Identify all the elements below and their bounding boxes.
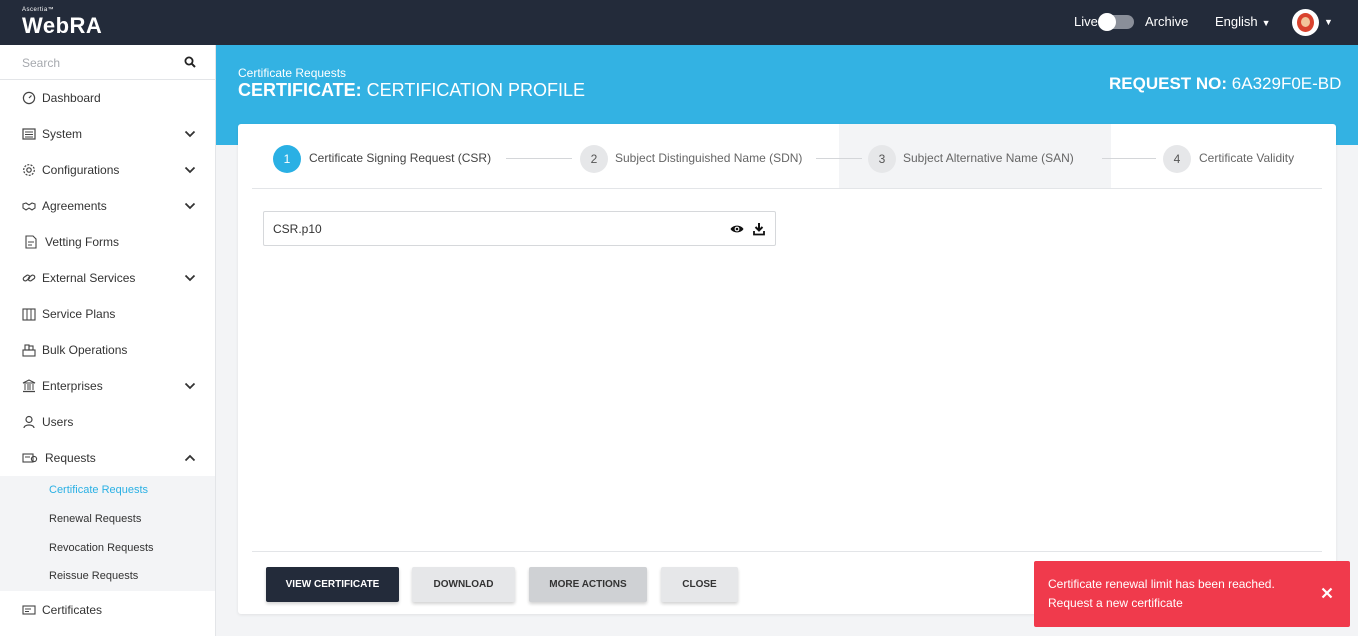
- close-button[interactable]: CLOSE: [661, 567, 738, 602]
- sidebar-subitem-certificate-requests[interactable]: Certificate Requests: [49, 484, 148, 496]
- stepper-divider: [252, 188, 1322, 189]
- request-number-value: 6A329F0E-BD: [1231, 74, 1342, 93]
- system-icon: [22, 128, 36, 140]
- caret-down-icon: ▼: [1261, 18, 1271, 28]
- breadcrumb[interactable]: Certificate Requests: [238, 66, 346, 80]
- form-icon: [25, 235, 37, 249]
- dashboard-icon: [22, 91, 36, 105]
- csr-file-field: CSR.p10: [263, 211, 776, 246]
- view-certificate-button[interactable]: VIEW CERTIFICATE: [266, 567, 399, 602]
- step-1-circle[interactable]: 1: [273, 145, 301, 173]
- chevron-down-icon: [184, 274, 196, 282]
- step-4-circle[interactable]: 4: [1163, 145, 1191, 173]
- sidebar-subitem-reissue-requests[interactable]: Reissue Requests: [49, 570, 138, 582]
- plans-icon: [22, 308, 36, 321]
- user-menu-caret-icon[interactable]: ▼: [1324, 17, 1333, 27]
- sidebar-subitem-revocation-requests[interactable]: Revocation Requests: [49, 542, 154, 554]
- step-2-label[interactable]: Subject Distinguished Name (SDN): [615, 151, 802, 165]
- sidebar-item-label: Configurations: [42, 163, 120, 177]
- step-3-circle[interactable]: 3: [868, 145, 896, 173]
- sidebar-item-label: Dashboard: [42, 91, 101, 105]
- toast-line-1: Certificate renewal limit has been reach…: [1048, 577, 1275, 591]
- eye-icon[interactable]: [730, 223, 744, 235]
- search-icon[interactable]: [184, 56, 196, 68]
- chevron-up-icon: [184, 454, 196, 462]
- language-selector[interactable]: English ▼: [1215, 14, 1271, 29]
- step-4-label[interactable]: Certificate Validity: [1199, 151, 1294, 165]
- language-label: English: [1215, 14, 1258, 29]
- logo[interactable]: Ascertia™ WebRA: [22, 7, 102, 38]
- page-title-bold: CERTIFICATE:: [238, 80, 362, 100]
- error-toast: Certificate renewal limit has been reach…: [1034, 561, 1350, 627]
- requests-submenu: Certificate Requests Renewal Requests Re…: [0, 476, 215, 591]
- search-box[interactable]: Search: [0, 45, 216, 80]
- sidebar-item-system[interactable]: System: [0, 116, 216, 152]
- step-connector: [816, 158, 862, 159]
- request-number: REQUEST NO: 6A329F0E-BD: [1109, 74, 1341, 94]
- search-input[interactable]: Search: [22, 56, 60, 70]
- request-card: 1 Certificate Signing Request (CSR) 2 Su…: [238, 124, 1336, 614]
- toast-line-2: Request a new certificate: [1048, 596, 1183, 610]
- sidebar-item-label: External Services: [42, 271, 136, 285]
- avatar[interactable]: [1292, 9, 1319, 36]
- sidebar-item-vetting-forms[interactable]: Vetting Forms: [0, 224, 216, 260]
- sidebar-item-label: Users: [42, 415, 74, 429]
- sidebar-item-label: Requests: [45, 451, 96, 465]
- more-actions-button[interactable]: MORE ACTIONS: [529, 567, 647, 602]
- sidebar-item-label: Certificates: [42, 603, 103, 617]
- sidebar-item-dashboard[interactable]: Dashboard: [0, 80, 216, 116]
- sidebar-item-label: Bulk Operations: [42, 343, 128, 357]
- user-icon: [23, 415, 35, 429]
- download-button[interactable]: DOWNLOAD: [412, 567, 515, 602]
- toast-message: Certificate renewal limit has been reach…: [1048, 575, 1275, 613]
- sidebar-item-requests[interactable]: Requests: [0, 440, 216, 476]
- requests-icon: [22, 453, 38, 463]
- chevron-down-icon: [184, 166, 196, 174]
- sidebar-item-enterprises[interactable]: Enterprises: [0, 368, 216, 404]
- sidebar-item-bulk-operations[interactable]: Bulk Operations: [0, 332, 216, 368]
- sidebar-item-label: Enterprises: [42, 379, 103, 393]
- sidebar-item-configurations[interactable]: Configurations: [0, 152, 216, 188]
- sidebar-item-label: Service Plans: [42, 307, 116, 321]
- avatar-face: [1301, 17, 1310, 27]
- sidebar-item-service-plans[interactable]: Service Plans: [0, 296, 216, 332]
- download-icon[interactable]: [753, 222, 765, 236]
- certificate-icon: [22, 605, 36, 615]
- step-connector: [1102, 158, 1156, 159]
- sidebar: Search Dashboard System Configurations A…: [0, 45, 216, 636]
- step-connector: [506, 158, 572, 159]
- chevron-down-icon: [184, 130, 196, 138]
- bulk-icon: [22, 344, 36, 357]
- page-title: CERTIFICATE: CERTIFICATION PROFILE: [238, 80, 585, 101]
- close-icon[interactable]: [1321, 587, 1333, 599]
- chevron-down-icon: [184, 202, 196, 210]
- sidebar-item-label: Agreements: [42, 199, 107, 213]
- sidebar-item-users[interactable]: Users: [0, 404, 216, 440]
- live-archive-toggle[interactable]: [1098, 13, 1134, 31]
- chevron-down-icon: [184, 382, 196, 390]
- step-2-circle[interactable]: 2: [580, 145, 608, 173]
- sidebar-item-external-services[interactable]: External Services: [0, 260, 216, 296]
- step-3-label[interactable]: Subject Alternative Name (SAN): [903, 151, 1074, 165]
- top-bar: Ascertia™ WebRA Live Archive English ▼ ▼: [0, 0, 1358, 45]
- logo-title: WebRA: [22, 13, 103, 38]
- page-title-rest: CERTIFICATION PROFILE: [366, 80, 586, 100]
- gear-icon: [23, 164, 35, 176]
- request-number-label: REQUEST NO:: [1109, 74, 1228, 93]
- link-icon: [22, 274, 36, 282]
- sidebar-subitem-renewal-requests[interactable]: Renewal Requests: [49, 513, 141, 525]
- handshake-icon: [22, 202, 36, 211]
- step-1-label[interactable]: Certificate Signing Request (CSR): [309, 151, 491, 165]
- toggle-knob: [1098, 13, 1116, 31]
- sidebar-item-label: Vetting Forms: [45, 235, 120, 249]
- archive-label: Archive: [1145, 14, 1189, 29]
- sidebar-item-agreements[interactable]: Agreements: [0, 188, 216, 224]
- sidebar-item-label: System: [42, 127, 83, 141]
- sidebar-item-certificates[interactable]: Certificates: [0, 592, 216, 628]
- csr-file-name: CSR.p10: [273, 222, 322, 236]
- live-label: Live: [1074, 14, 1098, 29]
- bank-icon: [22, 379, 36, 393]
- actions-divider: [252, 551, 1322, 552]
